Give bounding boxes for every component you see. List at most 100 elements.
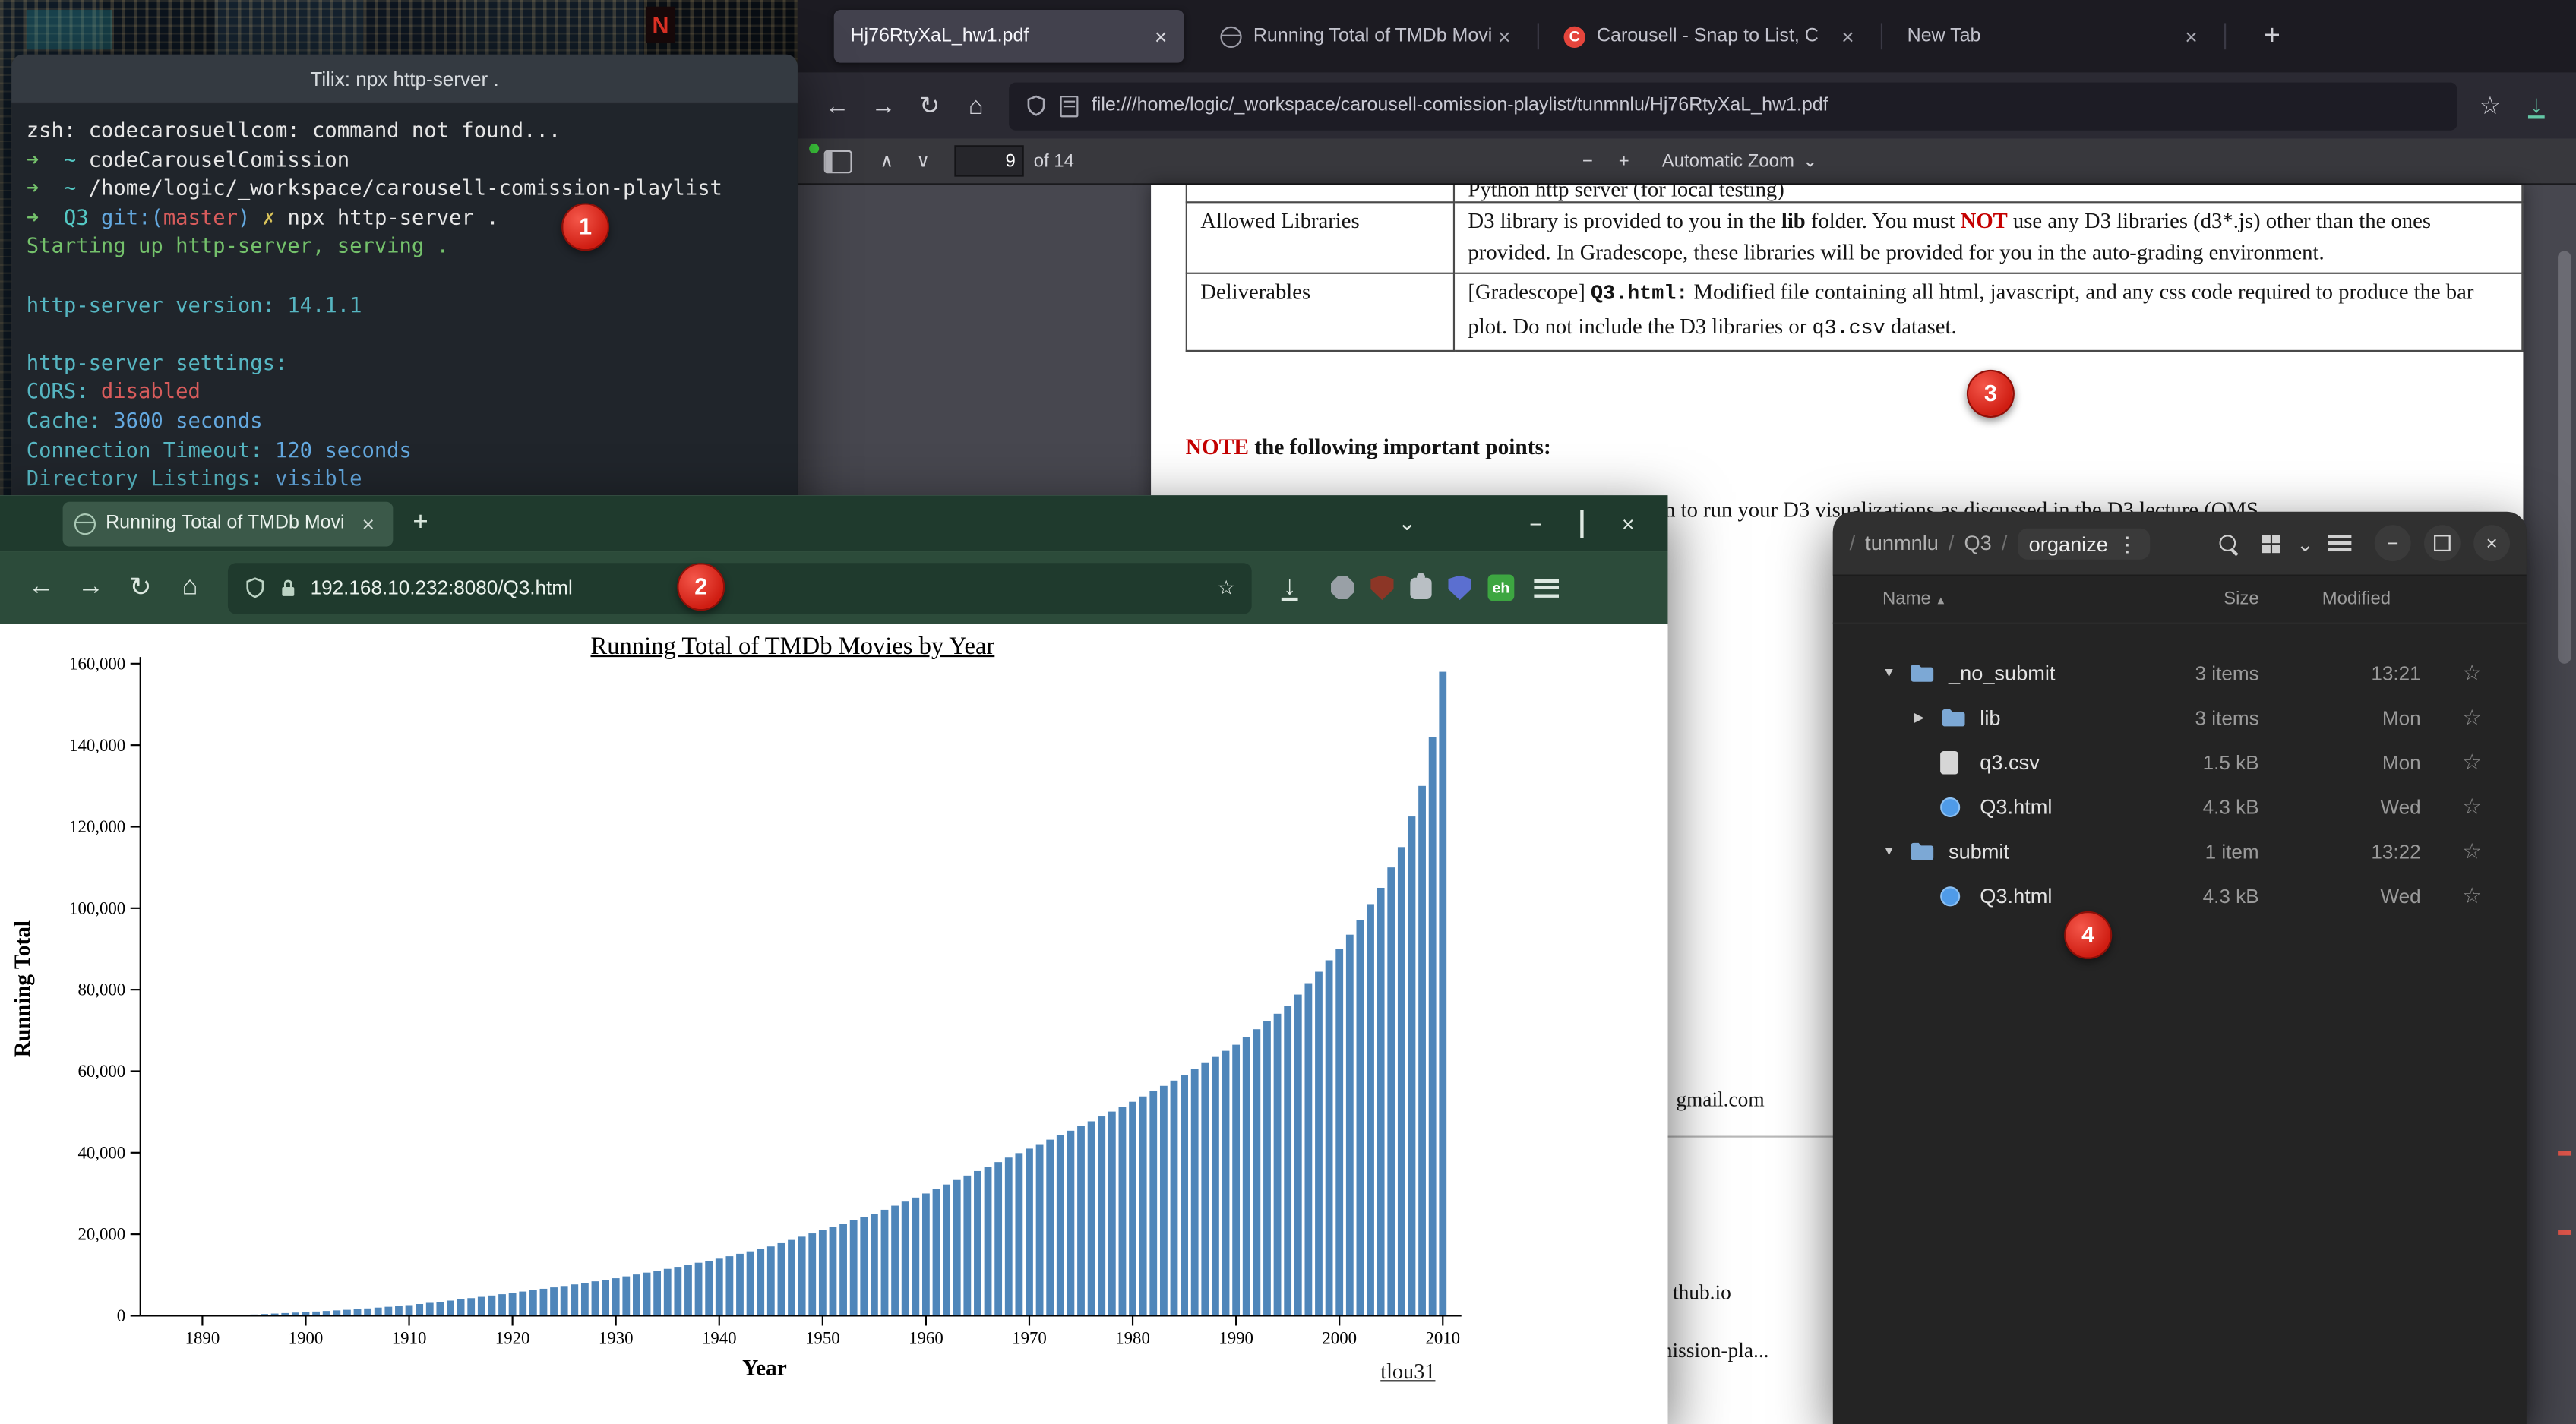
back-button[interactable]: ← <box>17 563 66 612</box>
close-button[interactable]: × <box>2473 525 2510 561</box>
page-info-icon[interactable] <box>1060 95 1079 116</box>
bar-1931 <box>622 1277 630 1316</box>
terminal-line: Cache: 3600 seconds <box>27 406 783 435</box>
new-tab-button[interactable]: + <box>412 509 428 538</box>
menu-button[interactable] <box>2318 522 2362 565</box>
list-all-tabs-icon[interactable]: ⌄ <box>1384 510 1430 537</box>
scrollbar-thumb[interactable] <box>2558 251 2571 663</box>
zoom-select[interactable]: Automatic Zoom <box>1662 151 1794 171</box>
x-tick-label: 1970 <box>1012 1328 1047 1347</box>
extensions-puzzle-icon[interactable] <box>1410 577 1431 598</box>
tab-close-icon[interactable]: × <box>355 511 381 536</box>
url-text[interactable]: file:///home/logic/_workspace/carousell-… <box>1092 96 2441 115</box>
favorite-star-icon[interactable]: ☆ <box>2441 704 2504 731</box>
bar-1934 <box>653 1271 661 1315</box>
breadcrumb-Q3[interactable]: Q3 <box>1964 532 1992 554</box>
url-bar[interactable]: file:///home/logic/_workspace/carousell-… <box>1009 82 2457 130</box>
view-toggle-button[interactable] <box>2249 522 2293 565</box>
bar-1924 <box>550 1287 558 1315</box>
pdf-sidebar-toggle-icon[interactable] <box>824 150 852 172</box>
bar-1943 <box>747 1252 754 1316</box>
maximize-button[interactable] <box>2424 525 2461 561</box>
tab-close-icon[interactable]: × <box>1148 24 1174 49</box>
menu-icon[interactable] <box>1534 579 1559 597</box>
pdf-prev-page-icon[interactable]: ∧ <box>868 150 905 172</box>
close-button[interactable]: × <box>1605 511 1651 536</box>
favorite-star-icon[interactable]: ☆ <box>2441 883 2504 909</box>
chart-page: 020,00040,00060,00080,000100,000120,0001… <box>0 624 1667 1424</box>
maximize-button[interactable] <box>1559 511 1605 536</box>
lock-icon[interactable] <box>279 577 297 598</box>
browser-tab-4[interactable]: New Tab× <box>1891 10 2214 63</box>
scrollbar[interactable] <box>2558 185 2571 1424</box>
column-header-size[interactable]: Size <box>2176 589 2292 609</box>
bookmark-star-icon[interactable]: ☆ <box>2467 83 2514 129</box>
browser-tab-3[interactable]: CCarousell - Snap to List, C× <box>1547 10 1871 63</box>
zoom-in-icon[interactable]: + <box>1606 151 1642 171</box>
bar-1973 <box>1057 1135 1064 1316</box>
download-icon[interactable]: ↓ <box>2513 83 2559 129</box>
home-button[interactable]: ⌂ <box>953 83 999 129</box>
zoom-out-icon[interactable]: − <box>1569 151 1606 171</box>
bar-1913 <box>436 1302 444 1315</box>
forward-button[interactable]: → <box>66 563 115 612</box>
tab-label: Running Total of TMDb Movi <box>1253 27 1491 46</box>
bar-1979 <box>1119 1107 1127 1315</box>
column-header-name[interactable]: Name▴ <box>1833 589 2176 609</box>
minimize-button[interactable]: − <box>1512 511 1559 536</box>
terminal-output[interactable]: zsh: codecarosuellcom: command not found… <box>11 104 798 505</box>
download-icon[interactable]: ↓ <box>1265 563 1314 612</box>
expander-down-icon[interactable]: ▼ <box>1882 844 1909 859</box>
expander-down-icon[interactable]: ▼ <box>1882 665 1909 680</box>
x-tick-label: 1940 <box>702 1328 737 1347</box>
browser-tab-active[interactable]: Running Total of TMDb Movi × <box>63 501 394 546</box>
browser-tab-1[interactable]: Hj76RtyXaL_hw1.pdf× <box>834 10 1184 63</box>
search-button[interactable] <box>2206 522 2249 565</box>
pdf-next-page-icon[interactable]: ∨ <box>905 150 941 172</box>
terminal-titlebar[interactable]: Tilix: npx http-server . <box>11 55 798 104</box>
reload-button[interactable]: ↻ <box>115 563 165 612</box>
page-number-input[interactable] <box>954 145 1023 176</box>
file-row-lib[interactable]: ▶lib3 itemsMon☆ <box>1833 695 2527 740</box>
maximize-icon <box>1580 510 1583 538</box>
back-button[interactable]: ← <box>814 83 861 129</box>
tab-close-icon[interactable]: × <box>2178 24 2205 49</box>
expander-right-icon[interactable]: ▶ <box>1914 710 1940 725</box>
file-row-q3.csv[interactable]: q3.csv1.5 kBMon☆ <box>1833 740 2527 785</box>
shield-icon[interactable] <box>245 576 266 599</box>
privacy-shield-icon[interactable] <box>1448 576 1471 601</box>
minimize-button[interactable]: − <box>2375 525 2411 561</box>
reload-button[interactable]: ↻ <box>906 83 953 129</box>
file-row-Q3.html[interactable]: Q3.html4.3 kBWed☆ <box>1833 785 2527 829</box>
bar-1965 <box>974 1171 981 1316</box>
forward-button[interactable]: → <box>861 83 907 129</box>
tab-close-icon[interactable]: × <box>1491 24 1518 49</box>
url-text[interactable]: 192.168.10.232:8080/Q3.html <box>311 576 1218 599</box>
file-row-Q3.html[interactable]: Q3.html4.3 kBWed☆ <box>1833 873 2527 918</box>
file-row-_no_submit[interactable]: ▼_no_submit3 items13:21☆ <box>1833 650 2527 695</box>
bar-1970 <box>1026 1148 1033 1315</box>
folder-menu-kebab-icon[interactable]: ⋮ <box>2111 532 2138 555</box>
url-bar[interactable]: 192.168.10.232:8080/Q3.html ☆ <box>228 562 1252 613</box>
breadcrumb-tunmnlu[interactable]: tunmnlu <box>1865 532 1939 554</box>
breadcrumb-organize[interactable]: organize ⋮ <box>2017 528 2149 559</box>
eh-extension-icon[interactable]: eh <box>1488 574 1515 601</box>
view-options-dropdown[interactable]: ⌄ <box>2292 522 2318 565</box>
tab-close-icon[interactable]: × <box>1835 24 1861 49</box>
shield-icon[interactable] <box>1026 94 1047 117</box>
chevron-down-icon[interactable]: ⌄ <box>1803 150 1818 172</box>
column-header-modified[interactable]: Modified <box>2292 589 2441 609</box>
favorite-star-icon[interactable]: ☆ <box>2441 749 2504 775</box>
file-row-submit[interactable]: ▼submit1 item13:22☆ <box>1833 829 2527 873</box>
browser-tab-2[interactable]: Running Total of TMDb Movi× <box>1204 10 1528 63</box>
favorite-star-icon[interactable]: ☆ <box>2441 838 2504 864</box>
ublock-origin-icon[interactable] <box>1370 576 1393 601</box>
bar-1928 <box>592 1281 599 1315</box>
favorite-star-icon[interactable]: ☆ <box>2441 659 2504 686</box>
home-button[interactable]: ⌂ <box>165 563 214 612</box>
adblock-icon[interactable] <box>1331 576 1354 599</box>
credit-link[interactable]: tlou31 <box>1380 1359 1435 1385</box>
new-tab-button[interactable]: + <box>2251 20 2294 52</box>
bookmark-star-icon[interactable]: ☆ <box>1218 576 1235 599</box>
favorite-star-icon[interactable]: ☆ <box>2441 793 2504 819</box>
